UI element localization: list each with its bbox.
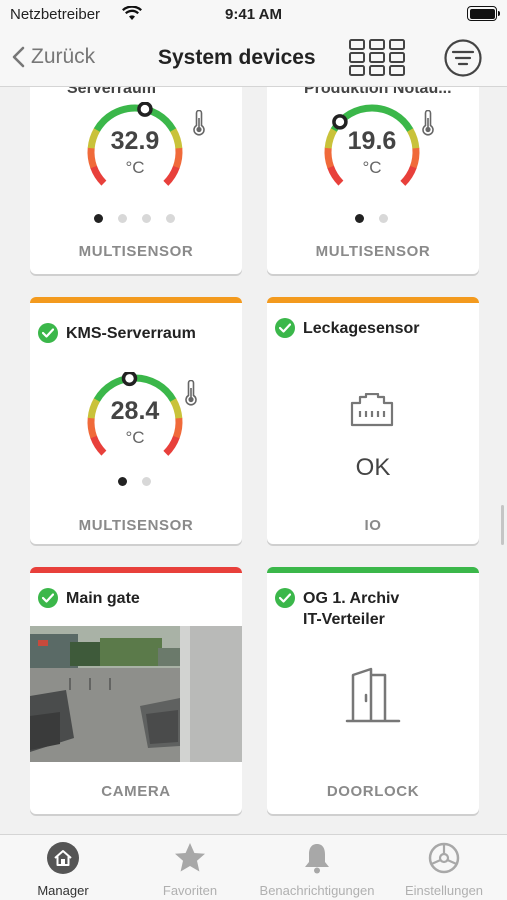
check-icon [275,588,295,608]
device-type: IO [364,517,382,534]
device-card-leckagesensor[interactable]: Leckagesensor OK IO [267,297,479,544]
page-title: System devices [158,46,316,69]
check-icon [38,588,58,608]
grid-view-button[interactable] [349,39,405,82]
temperature-gauge: 19.6 °C [322,102,422,202]
check-icon [38,323,58,343]
gauge-value: 32.9 [110,127,160,155]
battery-icon [467,6,500,21]
tab-manager[interactable]: Manager [0,835,126,900]
home-icon [47,842,79,874]
device-card-doorlock[interactable]: OG 1. Archiv IT-Verteiler DOORLOCK [267,567,479,814]
tab-einstellungen[interactable]: Einstellungen [381,835,507,900]
device-card-kms-serverraum[interactable]: KMS-Serverraum 28.4 °C MULTISENSOR [30,297,242,544]
back-label: Zurück [31,45,96,68]
card-title: Serverraum [67,87,156,97]
chevron-left-icon [12,46,25,68]
status-accent [267,297,479,303]
device-type: MULTISENSOR [315,243,431,260]
card-title: Main gate [66,590,140,607]
ethernet-port-icon [350,393,394,427]
device-type: MULTISENSOR [78,243,194,260]
tab-favoriten[interactable]: Favoriten [127,835,253,900]
scroll-indicator [501,505,504,545]
gauge-value: 28.4 [110,397,160,425]
tab-label: Einstellungen [404,883,484,898]
device-type: DOORLOCK [326,783,420,800]
gauge-value: 19.6 [347,127,397,155]
gauge-knob [121,372,138,387]
bell-icon [305,844,329,874]
tab-bar: Manager Favoriten Benachrichtigungen Ein… [0,834,507,900]
device-type: CAMERA [101,783,171,800]
camera-feed[interactable] [30,626,242,762]
status-accent [30,297,242,303]
gauge-unit: °C [125,428,145,447]
status-accent [267,567,479,573]
card-title-line-2: IT-Verteiler [303,611,385,628]
settings-wheel-icon [428,842,460,874]
status-bar: Netzbetreiber 9:41 AM [0,0,507,32]
device-card-serverraum[interactable]: Serverraum 32.9 °C MULTISENSOR [30,87,242,274]
tab-label: Manager [37,883,89,898]
page-dots [118,477,151,486]
back-button[interactable]: Zurück [12,45,95,69]
temperature-gauge: 28.4 °C [85,372,185,472]
gauge-knob [137,102,153,117]
tab-label: Favoriten [162,883,218,898]
device-card-main-gate[interactable]: Main gate CAMERA [30,567,242,814]
gauge-unit: °C [125,158,145,177]
card-title: KMS-Serverraum [66,325,196,342]
navigation-bar: Zurück System devices [0,32,507,87]
card-title-line-1: OG 1. Archiv [303,590,400,607]
filter-icon [444,39,482,77]
device-grid: Serverraum 32.9 °C MULTISENSOR Produktio… [0,87,507,834]
tab-benachrichtigungen[interactable]: Benachrichtigungen [254,835,380,900]
temperature-gauge: 32.9 °C [85,102,185,202]
device-card-produktion[interactable]: Produktion Notau... 19.6 °C MULTISENSOR [267,87,479,274]
grid-view-icon [349,39,405,76]
thermometer-icon [422,110,434,136]
check-icon [275,318,295,338]
card-title: Leckagesensor [303,320,420,337]
gauge-unit: °C [362,158,382,177]
tab-label: Benachrichtigungen [259,883,375,898]
filter-button[interactable] [443,38,483,83]
thermometer-icon [185,380,197,406]
status-accent [30,567,242,573]
page-dots [94,214,175,223]
star-icon [175,843,205,872]
door-icon [345,667,401,723]
card-title: Produktion Notau... [304,87,452,97]
status-time: 9:41 AM [225,6,282,23]
io-status: OK [355,454,391,481]
page-dots [355,214,388,223]
thermometer-icon [193,110,205,136]
device-type: MULTISENSOR [78,517,194,534]
